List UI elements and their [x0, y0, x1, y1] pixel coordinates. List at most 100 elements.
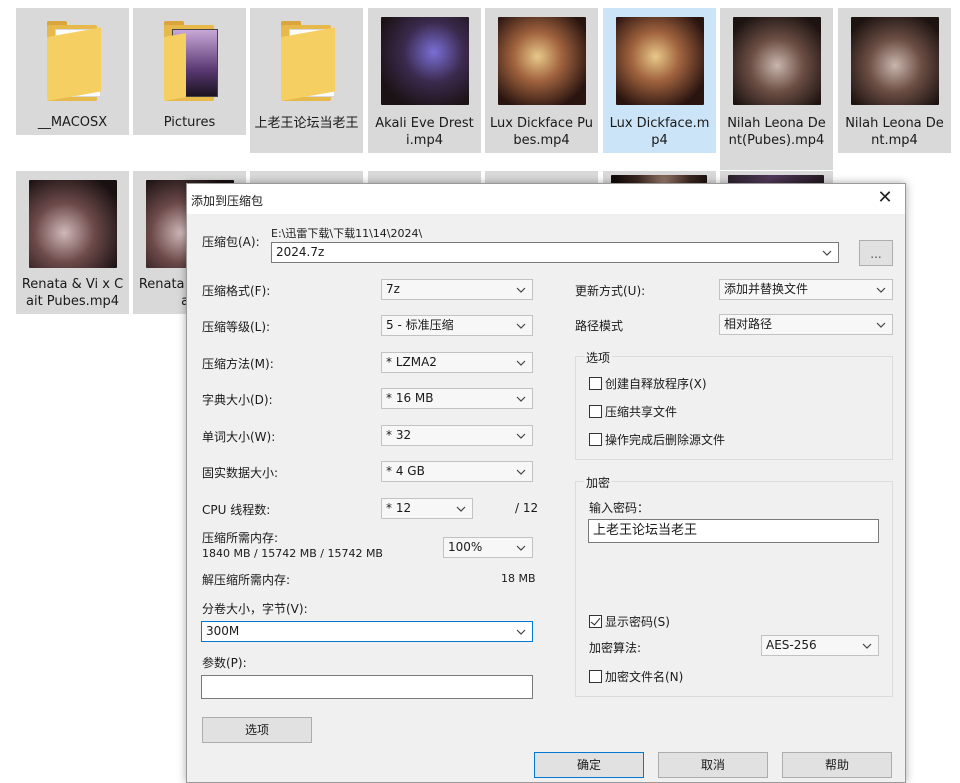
algo-select[interactable]: AES-256: [761, 635, 879, 656]
threads-max: / 12: [515, 501, 539, 515]
solid-select[interactable]: * 4 GB: [381, 461, 533, 482]
file-item-label: Nilah Leona Dent(Pubes).mp4: [727, 116, 826, 148]
file-item-label: Renata & Vi x Cait Pubes.mp4: [21, 277, 124, 309]
volume-combo[interactable]: 300M: [201, 621, 533, 642]
file-item[interactable]: Pictures: [133, 8, 246, 135]
sfx-label: 创建自释放程序(X): [605, 377, 707, 391]
dict-label: 字典大小(D):: [202, 393, 273, 407]
file-item-label: Nilah Leona Dent.mp4: [845, 116, 944, 148]
encryption-group-title: 加密: [584, 474, 613, 491]
delete-source-label: 操作完成后删除源文件: [605, 433, 726, 447]
file-item-label: __MACOSX: [37, 115, 108, 130]
chevron-down-icon: [456, 506, 466, 512]
threads-select[interactable]: * 12: [381, 498, 473, 519]
dict-select[interactable]: * 16 MB: [381, 388, 533, 409]
level-select[interactable]: 5 - 标准压缩: [381, 315, 533, 336]
mem-percent-value: 100%: [448, 540, 483, 554]
shared-label: 压缩共享文件: [605, 405, 678, 419]
video-thumbnail: [614, 15, 706, 107]
video-thumbnail: [379, 15, 471, 107]
level-value: 5 - 标准压缩: [386, 318, 454, 332]
password-input[interactable]: 上老王论坛当老王: [588, 519, 879, 543]
chevron-down-icon: [516, 287, 526, 293]
mem-percent-select[interactable]: 100%: [443, 537, 533, 558]
chevron-down-icon: [862, 643, 872, 649]
encrypt-names-checkbox[interactable]: 加密文件名(N): [589, 668, 683, 685]
chevron-down-icon: [516, 629, 526, 635]
file-item-selected[interactable]: Lux Dickface.mp4: [603, 8, 716, 153]
method-label: 压缩方法(M):: [202, 357, 274, 371]
password-label: 输入密码：: [589, 501, 650, 515]
threads-value: * 12: [386, 501, 412, 515]
update-label: 更新方式(U):: [575, 284, 646, 298]
dialog-titlebar: 添加到压缩包 ✕: [187, 184, 905, 214]
options-group-title: 选项: [584, 349, 613, 366]
checkbox-icon: [589, 670, 602, 683]
checkbox-checked-icon: [589, 615, 602, 628]
add-to-archive-dialog: 添加到压缩包 ✕ 压缩包(A): E:\迅雷下载\下载11\14\2024\ 2…: [186, 183, 906, 783]
file-item-label: Lux Dickface.mp4: [609, 116, 710, 148]
shared-checkbox[interactable]: 压缩共享文件: [589, 403, 677, 420]
format-value: 7z: [386, 282, 400, 296]
chevron-down-icon: [822, 250, 832, 256]
format-label: 压缩格式(F):: [202, 284, 271, 298]
archive-name-combo[interactable]: 2024.7z: [271, 242, 839, 263]
dict-value: * 16 MB: [386, 391, 434, 405]
encrypt-names-label: 加密文件名(N): [605, 670, 684, 684]
params-label: 参数(P):: [202, 656, 247, 670]
archive-label: 压缩包(A):: [202, 235, 260, 249]
chevron-down-icon: [516, 433, 526, 439]
file-item-label: Pictures: [163, 115, 216, 130]
file-item[interactable]: Renata & Vi x Cait Pubes.mp4: [16, 171, 129, 314]
checkbox-icon: [589, 433, 602, 446]
update-select[interactable]: 添加并替换文件: [719, 279, 893, 300]
chevron-down-icon: [876, 322, 886, 328]
file-item-label: Lux Dickface Pubes.mp4: [489, 116, 594, 148]
algo-value: AES-256: [766, 638, 817, 652]
chevron-down-icon: [516, 545, 526, 551]
options-button[interactable]: 选项: [202, 717, 312, 743]
params-input[interactable]: [201, 675, 533, 699]
ok-button[interactable]: 确定: [534, 752, 644, 778]
show-password-checkbox[interactable]: 显示密码(S): [589, 613, 670, 630]
method-value: * LZMA2: [386, 355, 437, 369]
solid-label: 固实数据大小:: [202, 466, 279, 480]
mem-value: 1840 MB / 15742 MB / 15742 MB: [202, 547, 383, 560]
chevron-down-icon: [516, 323, 526, 329]
checkbox-icon: [589, 377, 602, 390]
delete-source-checkbox[interactable]: 操作完成后删除源文件: [589, 431, 725, 448]
file-item-label: 上老王论坛当老王: [254, 116, 359, 131]
file-item[interactable]: __MACOSX: [16, 8, 129, 135]
path-mode-select[interactable]: 相对路径: [719, 314, 893, 335]
format-select[interactable]: 7z: [381, 279, 533, 300]
file-item[interactable]: 上老王论坛当老王: [250, 8, 363, 153]
volume-value: 300M: [206, 624, 240, 638]
level-label: 压缩等级(L):: [202, 320, 271, 334]
chevron-down-icon: [516, 469, 526, 475]
algo-label: 加密算法:: [589, 641, 642, 655]
file-item[interactable]: Nilah Leona Dent(Pubes).mp4: [720, 8, 833, 170]
chevron-down-icon: [876, 287, 886, 293]
file-item[interactable]: Akali Eve Dresti.mp4: [368, 8, 481, 153]
close-icon[interactable]: ✕: [873, 187, 897, 211]
help-button[interactable]: 帮助: [782, 752, 892, 778]
dialog-title: 添加到压缩包: [191, 194, 264, 208]
file-item[interactable]: Lux Dickface Pubes.mp4: [485, 8, 598, 153]
word-select[interactable]: * 32: [381, 425, 533, 446]
browse-button[interactable]: ...: [859, 240, 893, 266]
archive-path: E:\迅雷下载\下载11\14\2024\: [271, 227, 423, 240]
folder-icon: [27, 15, 119, 106]
checkbox-icon: [589, 405, 602, 418]
word-label: 单词大小(W):: [202, 430, 276, 444]
sfx-checkbox[interactable]: 创建自释放程序(X): [589, 375, 707, 392]
archive-name-value: 2024.7z: [276, 245, 325, 259]
solid-value: * 4 GB: [386, 464, 425, 478]
file-item[interactable]: Nilah Leona Dent.mp4: [838, 8, 951, 153]
folder-icon: [261, 15, 353, 107]
cancel-button[interactable]: 取消: [658, 752, 768, 778]
method-select[interactable]: * LZMA2: [381, 352, 533, 373]
update-value: 添加并替换文件: [724, 282, 809, 296]
decomp-label: 解压缩所需内存:: [202, 573, 291, 587]
word-value: * 32: [386, 428, 412, 442]
decomp-value: 18 MB: [501, 572, 536, 585]
